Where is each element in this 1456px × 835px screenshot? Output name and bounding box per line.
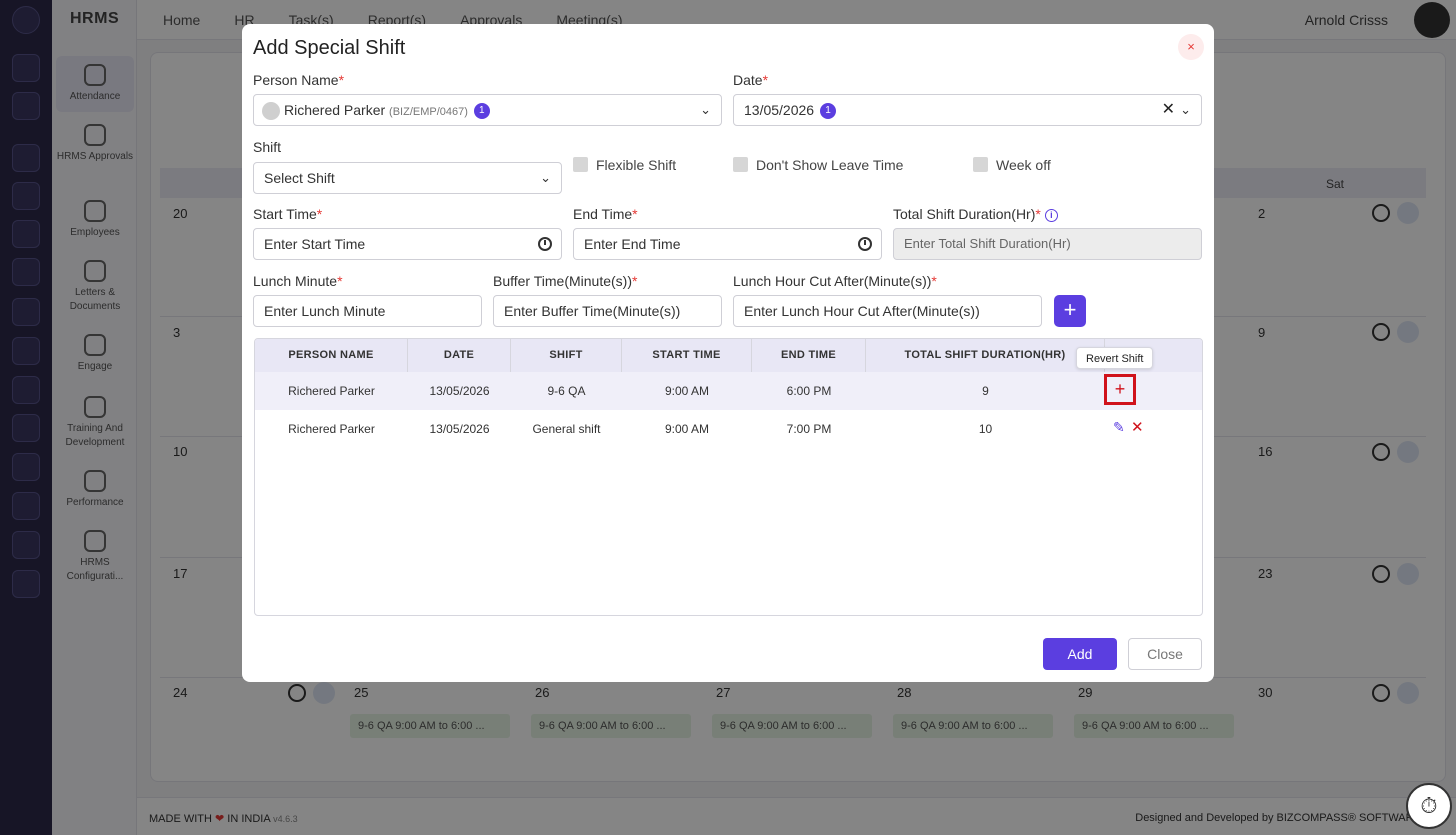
- close-button[interactable]: Close: [1128, 638, 1202, 670]
- revert-shift-tooltip: Revert Shift: [1076, 347, 1154, 369]
- flexible-shift-checkbox[interactable]: Flexible Shift: [573, 157, 676, 173]
- cell-person-name: Richered Parker: [288, 422, 375, 436]
- stopwatch-icon[interactable]: ⏱: [1406, 783, 1452, 829]
- count-badge: 1: [473, 103, 490, 120]
- add-special-shift-modal: Add Special Shift × Person Name* Richere…: [242, 24, 1214, 682]
- employee-code: (BIZ/EMP/0467): [389, 106, 468, 118]
- cell-total-duration: 10: [978, 422, 993, 436]
- info-icon[interactable]: i: [1044, 209, 1058, 222]
- col-end-time: END TIME: [752, 339, 866, 372]
- date-label: Date*: [733, 72, 769, 88]
- delete-x-icon[interactable]: ✕: [1131, 420, 1144, 435]
- buffer-time-input[interactable]: Enter Buffer Time(Minute(s)): [493, 295, 722, 327]
- dont-show-leave-checkbox[interactable]: Don't Show Leave Time: [733, 157, 903, 173]
- start-time-input[interactable]: Enter Start Time: [253, 228, 562, 260]
- cell-date: 13/05/2026: [429, 384, 490, 398]
- chevron-down-icon: ⌄: [1180, 102, 1191, 117]
- col-shift: SHIFT: [511, 339, 622, 372]
- cell-shift: General shift: [532, 422, 601, 436]
- col-total-duration: TOTAL SHIFT DURATION(HR): [866, 339, 1105, 372]
- shift-label: Shift: [253, 139, 282, 155]
- week-off-checkbox[interactable]: Week off: [973, 157, 1051, 173]
- cell-end-time: 6:00 PM: [786, 384, 832, 398]
- cell-end-time: 7:00 PM: [786, 422, 832, 436]
- lunch-cut-label: Lunch Hour Cut After(Minute(s))*: [733, 273, 937, 289]
- col-start-time: START TIME: [622, 339, 752, 372]
- end-time-input[interactable]: Enter End Time: [573, 228, 882, 260]
- clear-icon[interactable]: ✕: [1162, 95, 1175, 125]
- clock-icon: [858, 237, 872, 251]
- pencil-icon[interactable]: ✎: [1113, 420, 1126, 434]
- chevron-down-icon: ⌄: [700, 102, 711, 117]
- col-date: DATE: [408, 339, 511, 372]
- cell-date: 13/05/2026: [429, 422, 490, 436]
- count-badge: 1: [819, 103, 836, 120]
- col-person-name: PERSON NAME: [255, 339, 408, 372]
- cell-total-duration: 9: [982, 384, 989, 398]
- add-row-button[interactable]: +: [1054, 295, 1086, 327]
- table-row: Richered Parker 13/05/2026 General shift…: [255, 410, 1202, 448]
- table-header: PERSON NAME DATE SHIFT START TIME END TI…: [255, 339, 1202, 372]
- add-button[interactable]: Add: [1043, 638, 1117, 670]
- shift-table: PERSON NAME DATE SHIFT START TIME END TI…: [254, 338, 1203, 616]
- lunch-minute-input[interactable]: Enter Lunch Minute: [253, 295, 482, 327]
- table-row: Richered Parker 13/05/2026 9-6 QA 9:00 A…: [255, 372, 1202, 410]
- lunch-cut-input[interactable]: Enter Lunch Hour Cut After(Minute(s)): [733, 295, 1042, 327]
- lunch-minute-label: Lunch Minute*: [253, 273, 343, 289]
- chevron-down-icon: ⌄: [540, 170, 551, 185]
- person-name-label: Person Name*: [253, 72, 345, 88]
- total-duration-input: Enter Total Shift Duration(Hr): [893, 228, 1202, 260]
- person-name-select[interactable]: Richered Parker (BIZ/EMP/0467) 1 ⌄: [253, 94, 722, 126]
- cell-start-time: 9:00 AM: [664, 422, 710, 436]
- cell-start-time: 9:00 AM: [664, 384, 710, 398]
- revert-shift-button[interactable]: +: [1104, 374, 1136, 405]
- end-time-label: End Time*: [573, 206, 638, 222]
- close-icon[interactable]: ×: [1178, 34, 1204, 60]
- avatar: [262, 102, 280, 121]
- buffer-time-label: Buffer Time(Minute(s))*: [493, 273, 638, 289]
- modal-title: Add Special Shift: [253, 37, 406, 59]
- total-duration-label: Total Shift Duration(Hr)* i: [893, 206, 1058, 222]
- date-select[interactable]: 13/05/2026 1 ✕ ⌄: [733, 94, 1202, 126]
- shift-select[interactable]: Select Shift ⌄: [253, 162, 562, 194]
- cell-shift: 9-6 QA: [547, 384, 586, 398]
- start-time-label: Start Time*: [253, 206, 323, 222]
- clock-icon: [538, 237, 552, 251]
- cell-person-name: Richered Parker: [288, 384, 375, 398]
